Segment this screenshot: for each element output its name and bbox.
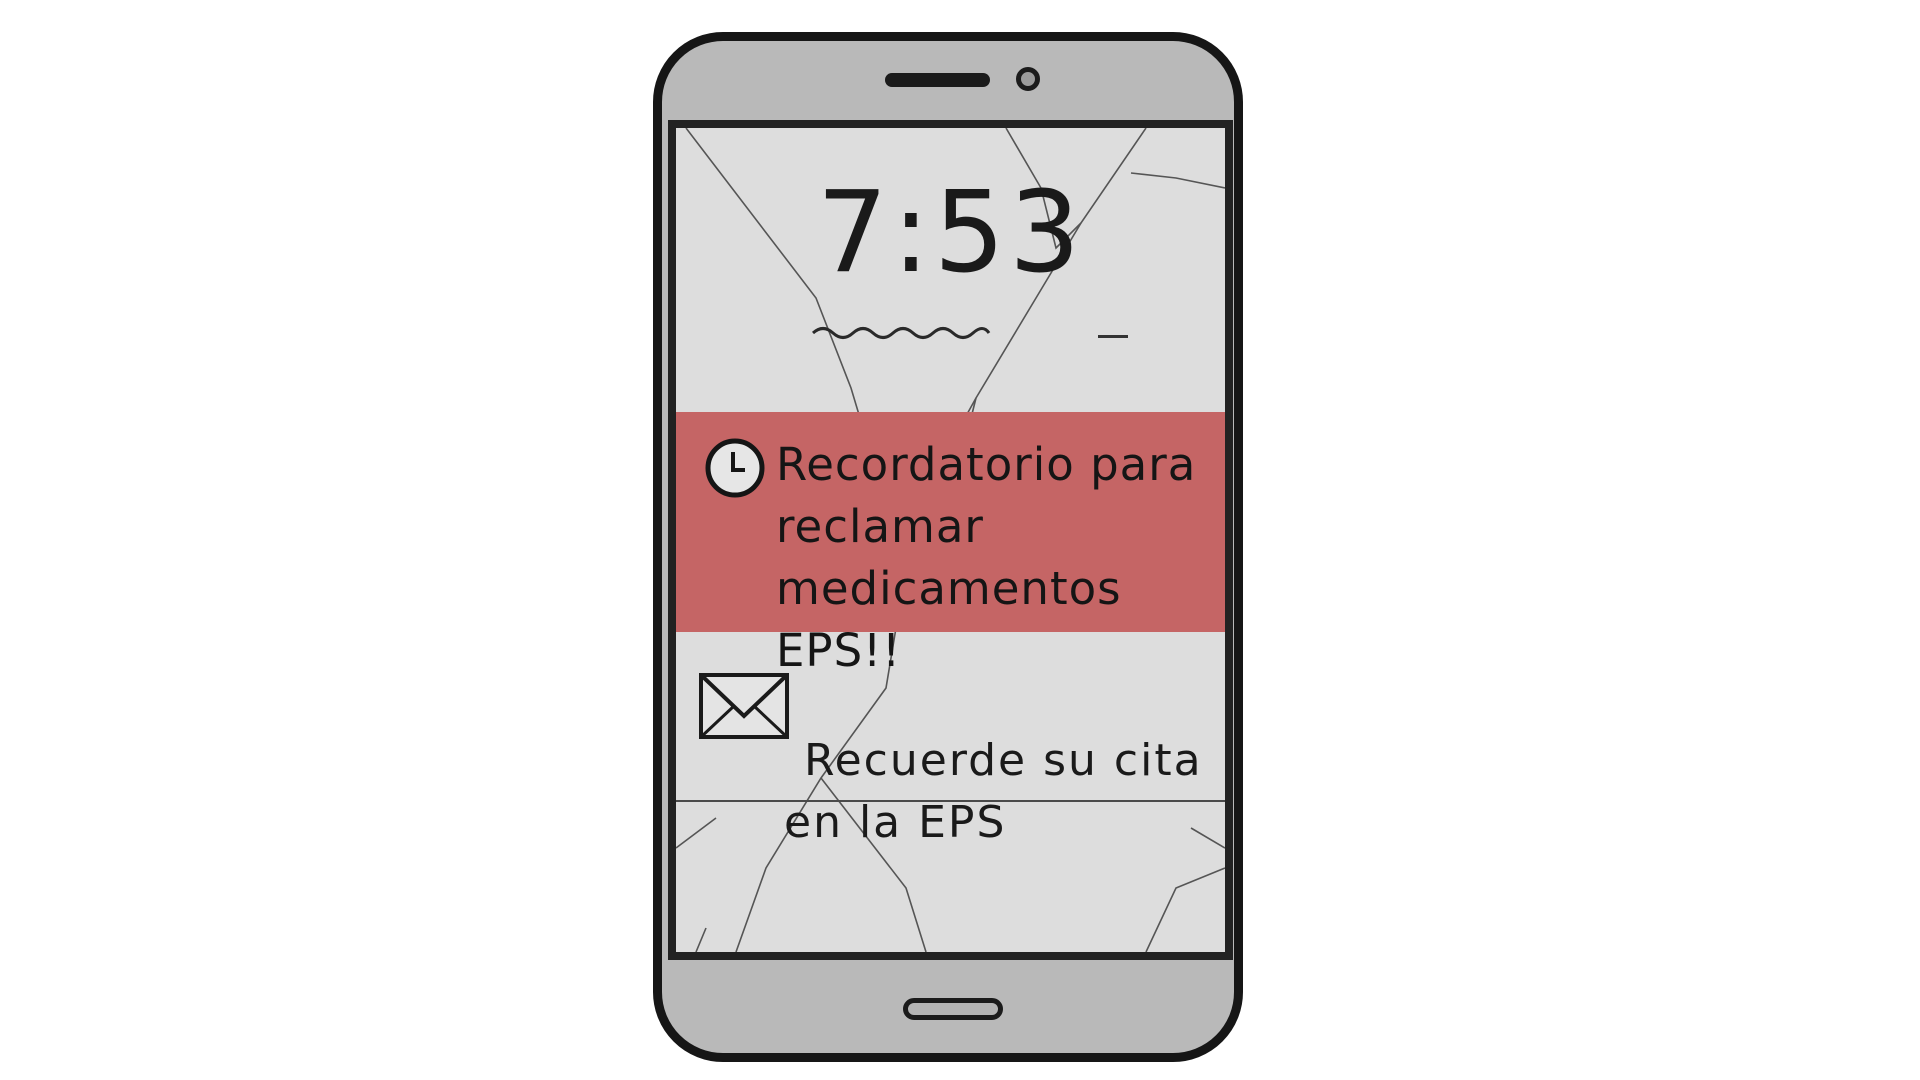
home-button[interactable] [903, 998, 1003, 1020]
decorative-dash [1098, 335, 1128, 338]
notification-text-line-1: Recuerde su cita [804, 735, 1203, 786]
decorative-squiggle [811, 327, 991, 339]
earpiece-speaker [885, 73, 990, 87]
clock-icon [705, 438, 765, 498]
notification-text: Recuerde su cita en la EPS [784, 668, 1224, 916]
lock-screen-clock: 7:53 [816, 168, 1085, 298]
envelope-icon [699, 673, 789, 739]
notification-medication-reminder[interactable]: Recordatorio para reclamar medicamentos … [676, 412, 1225, 677]
phone-screen[interactable]: 7:53 Recordatorio para reclamar medicame… [668, 120, 1233, 960]
front-camera [1016, 67, 1040, 91]
illustration: 7:53 Recordatorio para reclamar medicame… [0, 0, 1920, 1080]
notification-text-line-2: en la EPS [784, 797, 1007, 848]
notification-appointment[interactable]: Recuerde su cita en la EPS [676, 632, 1225, 848]
